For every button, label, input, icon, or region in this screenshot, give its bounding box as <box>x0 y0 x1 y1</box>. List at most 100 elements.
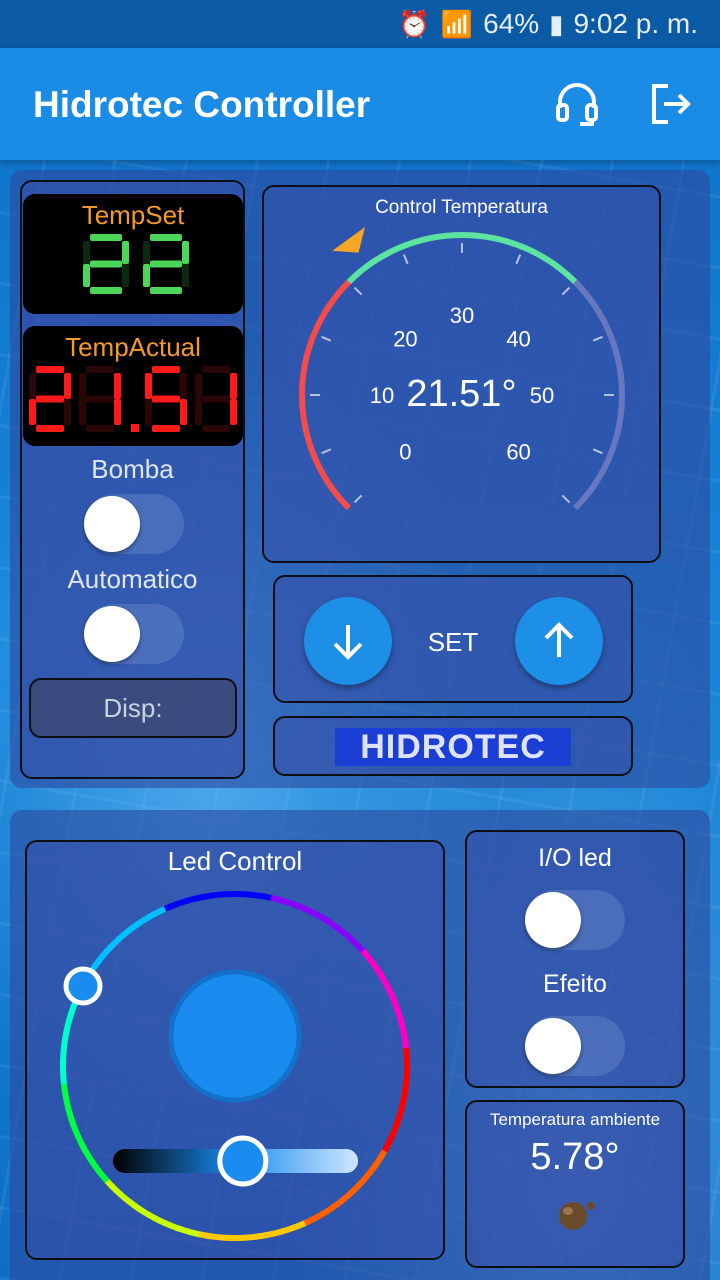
gauge-arc-green <box>346 232 578 284</box>
digit-segment <box>143 264 150 287</box>
digit-segment <box>29 373 36 399</box>
clock: 9:02 p. m. <box>573 8 698 39</box>
digit-segment <box>86 366 114 373</box>
digit-segment <box>86 425 114 432</box>
efeito-toggle[interactable] <box>525 1016 625 1076</box>
tempset-digits <box>83 234 189 294</box>
gauge-tick-label: 40 <box>506 326 530 351</box>
headset-icon[interactable] <box>552 78 602 128</box>
digit-segment <box>202 425 230 432</box>
brand-box: HIDROTEC <box>273 716 633 776</box>
brand-logo: HIDROTEC <box>335 728 571 766</box>
status-bar: ⏰ 📶 64% ▮ 9:02 p. m. <box>0 0 720 48</box>
digit-segment <box>36 366 64 373</box>
gauge-tick <box>321 448 332 455</box>
digit-segment <box>202 395 230 403</box>
brightness-handle <box>217 1135 269 1187</box>
digit-segment <box>180 373 187 399</box>
color-wheel[interactable] <box>25 840 445 1260</box>
digit-segment <box>230 373 237 399</box>
digit-segment <box>122 264 129 287</box>
digit-segment <box>122 241 129 264</box>
digit-segment <box>145 373 152 399</box>
digit-segment <box>145 399 152 425</box>
gauge-tick <box>592 335 603 342</box>
logout-icon[interactable] <box>646 80 694 128</box>
gauge-tick <box>515 254 522 265</box>
tempactual-digits <box>29 366 237 432</box>
digit-segment <box>64 373 71 399</box>
app-title: Hidrotec Controller <box>33 84 371 125</box>
gauge-tick-label: 30 <box>450 303 474 328</box>
digit-segment <box>29 399 36 425</box>
digit-segment <box>114 399 121 425</box>
gauge-tick <box>321 335 332 342</box>
tempset-display: TempSet <box>23 194 243 314</box>
hue-ring-segment <box>378 1149 388 1159</box>
thermometer-ball-icon <box>559 1202 595 1230</box>
tempset-label: TempSet <box>81 200 185 230</box>
tempactual-display: TempActual <box>23 326 243 446</box>
digit-segment <box>182 264 189 287</box>
gauge-tick <box>561 286 571 296</box>
wifi-icon: 📶 <box>440 8 474 39</box>
digit-segment <box>182 241 189 264</box>
io-led-label: I/O led <box>538 844 612 872</box>
led-control-box: Led Control <box>25 840 445 1260</box>
bomba-toggle[interactable] <box>84 494 184 554</box>
set-box: SET <box>273 575 633 703</box>
gauge-tick-label: 20 <box>393 326 417 351</box>
digit-segment <box>64 399 71 425</box>
digit-segment <box>150 234 182 241</box>
digit-segment <box>230 399 237 425</box>
gauge-tick <box>592 448 603 455</box>
digit-segment <box>36 395 64 403</box>
digit-segment <box>202 366 230 373</box>
toggle-knob <box>84 496 140 552</box>
toggle-knob <box>84 606 140 662</box>
gauge-tick <box>402 254 409 265</box>
automatico-toggle[interactable] <box>84 604 184 664</box>
digit-segment <box>150 287 182 294</box>
digit-segment <box>79 399 86 425</box>
digit-segment <box>195 373 202 399</box>
io-led-box: I/O led Efeito <box>465 830 685 1088</box>
bomba-label: Bomba <box>91 454 174 484</box>
alarm-icon: ⏰ <box>398 8 431 39</box>
digit-segment <box>152 395 180 403</box>
digit-segment <box>86 395 114 403</box>
gauge-box: Control Temperatura 0 10 20 30 40 50 60 21.51° <box>262 185 661 563</box>
digit-segment <box>83 241 90 264</box>
battery-percent: 64% <box>483 8 540 39</box>
digit-segment <box>79 373 86 399</box>
app-bar: Hidrotec Controller <box>0 48 720 160</box>
gauge-tick <box>353 494 363 504</box>
digit-segment <box>36 425 64 432</box>
efeito-label: Efeito <box>543 970 607 998</box>
gauge-tick <box>353 286 363 296</box>
battery-icon: ▮ <box>549 8 564 39</box>
digit-segment <box>150 260 182 268</box>
arrow-up-icon <box>544 622 574 657</box>
automatico-label: Automatico <box>67 564 198 594</box>
io-led-toggle[interactable] <box>525 890 625 950</box>
digit-segment <box>90 234 122 241</box>
toggle-knob <box>525 892 581 948</box>
digit-segment <box>90 260 122 268</box>
gauge-tick-label: 0 <box>399 440 411 465</box>
disp-field[interactable]: Disp: <box>29 678 237 738</box>
temp-up-button[interactable] <box>515 597 603 685</box>
digit-segment <box>90 287 122 294</box>
gauge-tick-label: 60 <box>506 440 530 465</box>
ambient-box: Temperatura ambiente 5.78° <box>465 1100 685 1268</box>
ambient-label: Temperatura ambiente <box>489 1110 661 1129</box>
digit-segment <box>143 241 150 264</box>
setpoint-marker <box>332 226 365 253</box>
digit-segment <box>195 399 202 425</box>
digit-segment <box>114 373 121 399</box>
gauge-value: 21.51° <box>406 373 517 415</box>
gauge-tick <box>561 494 571 504</box>
toggle-knob <box>525 1018 581 1074</box>
hue-selector-handle <box>63 966 103 1006</box>
color-preview <box>168 969 302 1103</box>
